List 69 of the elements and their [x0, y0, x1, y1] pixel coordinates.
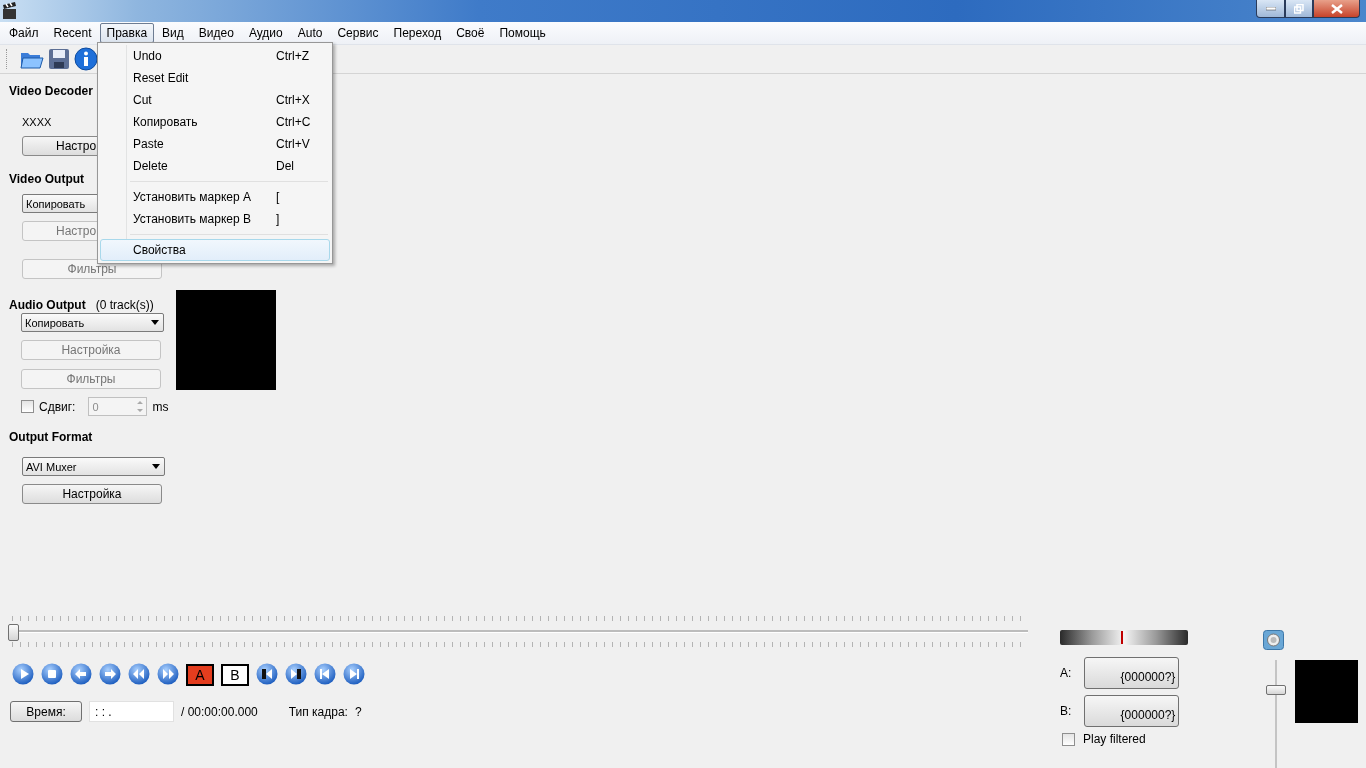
track-count: (0 track(s))	[95, 298, 154, 312]
first-frame-button[interactable]	[314, 663, 336, 685]
shift-label: Сдвиг:	[39, 399, 76, 414]
app-icon	[2, 2, 18, 20]
marker-label: A:	[1060, 666, 1072, 680]
duration-text: / 00:00:00.000	[181, 704, 258, 719]
time-field[interactable]: : : .	[89, 701, 174, 722]
checkbox[interactable]	[21, 400, 34, 413]
frame-type-label: Тип кадра:	[288, 704, 348, 719]
checkbox[interactable]	[1062, 732, 1075, 746]
menu-item[interactable]: Сервис	[330, 23, 386, 43]
section-title: Output Format	[9, 430, 93, 444]
save-icon[interactable]	[48, 48, 70, 70]
minimize-icon	[1265, 6, 1276, 11]
marker-a-value[interactable]: {000000?}	[1084, 657, 1180, 689]
slider-thumb[interactable]	[1265, 684, 1286, 695]
menu-item[interactable]: Помощь	[492, 23, 553, 43]
previous-frame-button[interactable]	[70, 663, 92, 685]
go-to-marker-b-button[interactable]	[285, 663, 307, 685]
minimize-button[interactable]	[1256, 0, 1285, 18]
marker-label: B:	[1060, 704, 1072, 718]
dropdown-arrow-icon	[151, 320, 159, 325]
menu-item[interactable]: Recent	[46, 23, 99, 43]
codec-name: XXXX	[22, 116, 52, 128]
fast-forward-button[interactable]	[157, 663, 179, 685]
menu-entry[interactable]: Reset Edit	[100, 67, 330, 89]
next-frame-button[interactable]	[99, 663, 121, 685]
unit-label: ms	[152, 399, 169, 414]
speaker-icon[interactable]	[1262, 630, 1284, 650]
slider-thumb[interactable]	[8, 624, 19, 641]
marker-b-value[interactable]: {000000?}	[1084, 695, 1180, 727]
frame-type-value: ?	[354, 704, 362, 719]
menu-item[interactable]: Аудио	[241, 23, 290, 43]
maximize-button[interactable]	[1285, 0, 1313, 18]
menu-item[interactable]: Вид	[155, 23, 191, 43]
close-icon	[1330, 3, 1343, 14]
rewind-button[interactable]	[128, 663, 150, 685]
menu-item[interactable]: Auto	[290, 23, 330, 43]
restore-icon	[1294, 3, 1304, 14]
stop-button[interactable]	[41, 663, 63, 685]
menu-item[interactable]: Правка	[99, 23, 155, 43]
play-filtered-label: Play filtered	[1083, 732, 1146, 746]
marker-a-button[interactable]: A	[186, 664, 214, 686]
go-to-marker-a-button[interactable]	[256, 663, 278, 685]
format-dropdown[interactable]: AVI Muxer	[22, 457, 165, 476]
menu-item[interactable]: Своё	[449, 23, 492, 43]
menu-entry[interactable]: Delete Del	[100, 155, 330, 177]
marker-b-button[interactable]: B	[221, 664, 249, 686]
menu-entry[interactable]: Копировать Ctrl+C	[100, 111, 330, 133]
section-title: Video Decoder	[9, 84, 93, 98]
menu-entry[interactable]: Cut Ctrl+X	[100, 89, 330, 111]
menu-item[interactable]: Переход	[386, 23, 449, 43]
menu-item[interactable]: Видео	[191, 23, 241, 43]
dropdown-arrow-icon	[152, 464, 160, 469]
menu-entry[interactable]: Undo Ctrl+Z	[100, 45, 330, 67]
section-title: Audio Output	[9, 298, 86, 312]
play-button[interactable]	[12, 663, 34, 685]
last-frame-button[interactable]	[343, 663, 365, 685]
menu-entry[interactable]: Свойства	[100, 239, 330, 261]
video-preview	[1295, 660, 1358, 723]
time-button[interactable]: Время:	[10, 701, 82, 722]
section-title: Video Output	[9, 172, 85, 186]
close-button[interactable]	[1313, 0, 1360, 18]
configure-button[interactable]: Настройка	[22, 484, 162, 504]
menu-item[interactable]: Файл	[2, 23, 46, 43]
codec-dropdown[interactable]: Копировать	[21, 313, 164, 332]
zoom-bar[interactable]	[1060, 630, 1188, 645]
info-icon[interactable]	[74, 47, 98, 71]
position-slider[interactable]	[8, 624, 1028, 639]
